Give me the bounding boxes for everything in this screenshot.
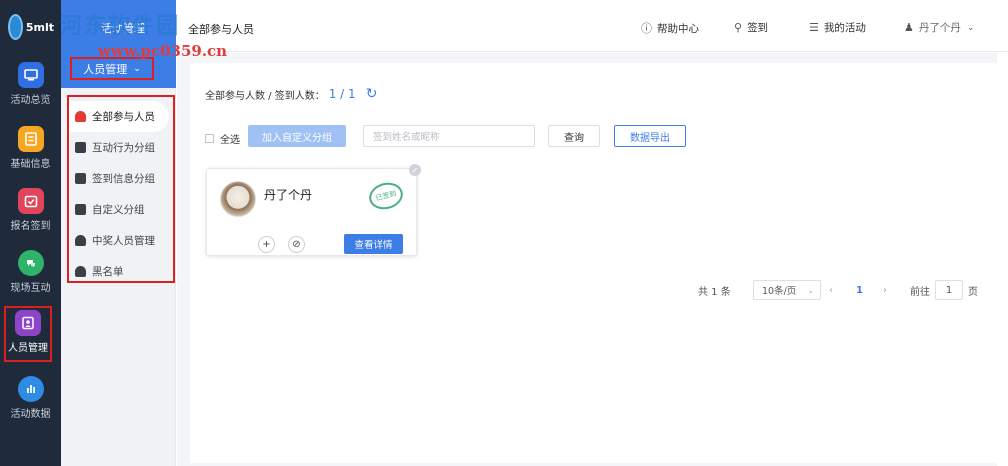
search-input[interactable]: 签到姓名或昵称 <box>363 125 535 147</box>
location-pin-icon: ⚲ <box>734 21 743 34</box>
refresh-icon[interactable]: ↻ <box>366 86 378 102</box>
rail-item-people[interactable]: 人员管理 <box>4 306 52 362</box>
add-icon[interactable]: + <box>258 236 275 253</box>
section-dropdown-label: 人员管理 <box>83 62 128 76</box>
current-page[interactable]: 1 <box>856 285 863 296</box>
participants-panel: 全部参与人数 / 签到人数： 1 / 1 ↻ 全选 加入自定义分组 签到姓名或昵… <box>190 63 1000 463</box>
watermark-url: www.pc0359.cn <box>98 42 228 60</box>
avatar <box>220 181 256 217</box>
checkbox-box <box>205 134 214 143</box>
top-header: 全部参与人员 ⓘ 帮助中心 ⚲ 签到 ☰ 我的活动 ♟ 丹了个丹 ⌄ <box>176 0 1008 52</box>
sidebar-item-winners[interactable]: 中奖人员管理 <box>69 225 173 256</box>
sidebar-item-label: 全部参与人员 <box>92 111 155 123</box>
participant-name: 丹了个丹 <box>264 188 313 202</box>
interaction-icon <box>17 250 44 276</box>
info-icon: ⓘ <box>641 22 652 35</box>
watermark: 河东软件园 www.pc0359.cn <box>60 8 227 60</box>
main-content: 全部参与人数 / 签到人数： 1 / 1 ↻ 全选 加入自定义分组 签到姓名或昵… <box>177 53 1000 466</box>
app-logo: 5mlt <box>8 10 54 44</box>
user-menu[interactable]: ♟ 丹了个丹 ⌄ <box>904 20 974 35</box>
rail-item-label: 现场互动 <box>10 283 51 294</box>
page-size-select[interactable]: 10条/页 ⌄ <box>753 280 821 300</box>
sidebar-item-label: 黑名单 <box>92 266 124 278</box>
rail-item-label: 活动总览 <box>10 95 51 106</box>
logo-text: 5mlt <box>25 20 54 34</box>
document-icon <box>17 126 44 152</box>
chat-icon <box>75 142 86 153</box>
rail-item-checkin[interactable]: 报名签到 <box>0 186 61 244</box>
count-label: 全部参与人数 / 签到人数： <box>205 90 325 102</box>
select-all-checkbox[interactable]: 全选 <box>205 131 240 146</box>
user-block-icon <box>75 266 86 277</box>
user-icon: ♟ <box>904 21 914 34</box>
sidebar-item-blacklist[interactable]: 黑名单 <box>69 256 173 287</box>
logo-icon <box>8 14 23 40</box>
watermark-text: 河东软件园 <box>60 13 181 39</box>
count-value: 1 / 1 <box>328 87 356 101</box>
bar-chart-icon <box>17 376 44 402</box>
pagination: 10条/页 ⌄ ‹ 1 › 前往 1 页 <box>190 280 1000 300</box>
rail-item-label: 活动数据 <box>10 409 51 420</box>
chevron-down-icon: ⌄ <box>807 285 814 295</box>
goto-label: 前往 <box>910 286 930 298</box>
person-card-icon <box>15 310 41 336</box>
next-page-icon[interactable]: › <box>883 285 887 296</box>
my-activities-label: 我的活动 <box>823 22 866 34</box>
page-size-value: 10条/页 <box>762 286 797 297</box>
my-activities-link[interactable]: ☰ 我的活动 <box>809 20 866 35</box>
secondary-sidebar: 活动管理 人员管理 ⌄ 全部参与人员 互动行为分组 签到信息分组 自定义分组 中… <box>61 0 176 466</box>
block-icon[interactable]: ⊘ <box>288 236 305 253</box>
section-dropdown[interactable]: 人员管理 ⌄ <box>70 57 154 80</box>
rail-item-overview[interactable]: 活动总览 <box>0 60 61 118</box>
prev-page-icon[interactable]: ‹ <box>829 285 833 296</box>
main-rail: 5mlt 活动总览 基础信息 报名签到 现场互动 人员管理 活动数据 <box>0 0 61 466</box>
sidebar-item-checkin-group[interactable]: 签到信息分组 <box>69 163 173 194</box>
rail-item-interaction[interactable]: 现场互动 <box>0 248 61 306</box>
rail-item-label: 报名签到 <box>10 221 51 232</box>
sidebar-item-label: 签到信息分组 <box>92 173 155 185</box>
sidebar-item-label: 中奖人员管理 <box>92 235 155 247</box>
checkbox-icon <box>75 173 86 184</box>
query-button[interactable]: 查询 <box>548 125 600 147</box>
page-title: 全部参与人员 <box>188 23 254 36</box>
chevron-down-icon: ⌄ <box>133 63 141 74</box>
checked-in-stamp: 已签到 <box>366 179 406 213</box>
sidebar-item-label: 自定义分组 <box>92 204 145 216</box>
help-center-link[interactable]: ⓘ 帮助中心 <box>641 20 699 36</box>
checkin-icon <box>17 188 44 214</box>
person-icon <box>75 111 86 122</box>
sidebar-item-all-participants[interactable]: 全部参与人员 <box>69 101 169 132</box>
participant-count: 全部参与人数 / 签到人数： 1 / 1 ↻ <box>205 86 377 102</box>
goto-page-input[interactable]: 1 <box>935 280 963 300</box>
participant-card[interactable]: ✓ 丹了个丹 已签到 + ⊘ 查看详情 <box>206 164 421 256</box>
goto-page: 前往 1 页 <box>910 280 978 300</box>
help-label: 帮助中心 <box>657 22 699 35</box>
rail-item-label: 人员管理 <box>8 343 48 354</box>
add-custom-group-button[interactable]: 加入自定义分组 <box>248 125 346 147</box>
view-details-button[interactable]: 查看详情 <box>344 234 403 254</box>
signin-link[interactable]: ⚲ 签到 <box>734 20 768 35</box>
monitor-icon <box>17 62 44 88</box>
sidebar-item-interaction-group[interactable]: 互动行为分组 <box>69 132 173 163</box>
export-data-button[interactable]: 数据导出 <box>614 125 686 147</box>
edit-icon <box>75 204 86 215</box>
list-icon: ☰ <box>809 21 819 34</box>
sidebar-menu: 全部参与人员 互动行为分组 签到信息分组 自定义分组 中奖人员管理 黑名单 <box>67 95 175 283</box>
select-all-label: 全选 <box>220 135 240 146</box>
user-gear-icon <box>75 235 86 246</box>
sidebar-item-custom-group[interactable]: 自定义分组 <box>69 194 173 225</box>
user-name: 丹了个丹 <box>918 22 961 34</box>
rail-item-basic-info[interactable]: 基础信息 <box>0 124 61 182</box>
chevron-down-icon: ⌄ <box>966 22 975 33</box>
sidebar-item-label: 互动行为分组 <box>92 142 155 154</box>
rail-item-data[interactable]: 活动数据 <box>0 374 61 432</box>
rail-item-label: 基础信息 <box>10 159 51 170</box>
page-unit: 页 <box>968 286 978 298</box>
card-select-icon[interactable]: ✓ <box>409 164 421 176</box>
signin-label: 签到 <box>747 22 769 34</box>
